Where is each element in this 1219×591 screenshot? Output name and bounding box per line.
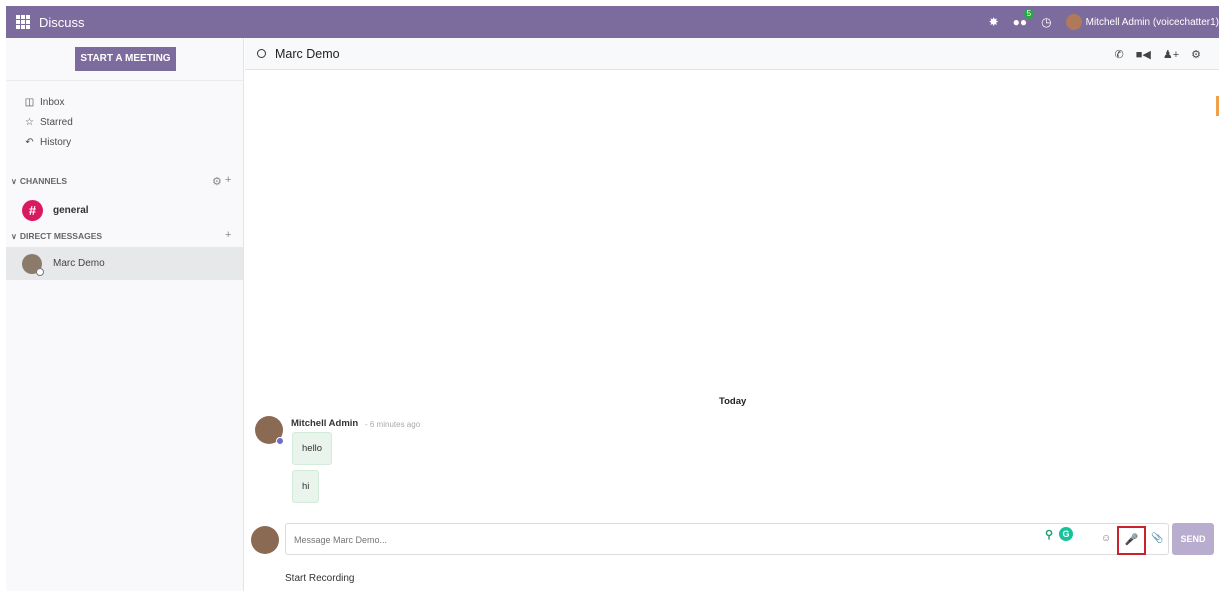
sidebar-item-starred[interactable]: ☆ Starred — [24, 114, 73, 130]
start-meeting-button[interactable]: START A MEETING — [75, 47, 176, 71]
send-button[interactable]: SEND — [1172, 523, 1214, 555]
channel-settings-icon[interactable]: ⚙ — [212, 175, 222, 188]
video-camera-icon[interactable]: ■◀ — [1136, 48, 1151, 61]
avatar[interactable] — [255, 416, 284, 445]
composer: ⚲ G ☺ 🎤 📎 — [285, 523, 1169, 555]
direct-messages-category[interactable]: ∨ DIRECT MESSAGES — [11, 231, 102, 241]
activity-clock-icon[interactable]: ◷ — [1041, 15, 1051, 29]
microphone-icon[interactable]: 🎤 — [1117, 526, 1146, 555]
emoji-icon[interactable]: ☺ — [1101, 533, 1111, 544]
star-icon: ☆ — [25, 116, 34, 128]
thread-title: Marc Demo — [275, 46, 340, 61]
sidebar-item-label: Inbox — [40, 96, 65, 108]
add-channel-icon[interactable]: + — [225, 174, 231, 186]
user-avatar[interactable] — [1065, 14, 1082, 30]
message-author[interactable]: Mitchell Admin — [291, 418, 358, 429]
location-pin-icon[interactable]: ⚲ — [1045, 528, 1053, 541]
sidebar-item-label: History — [40, 136, 72, 148]
bug-icon[interactable]: ✸ — [989, 15, 999, 29]
add-direct-message-icon[interactable]: + — [225, 229, 231, 241]
sidebar-item-history[interactable]: ↶ History — [24, 134, 71, 150]
discuss-sidebar: START A MEETING ◫ Inbox ☆ Starred ↶ Hist… — [6, 38, 244, 591]
channel-hash-icon: # — [22, 199, 43, 221]
dm-name: Marc Demo — [53, 258, 105, 269]
avatar — [22, 253, 44, 276]
sidebar-divider — [6, 80, 243, 81]
avatar — [251, 526, 279, 554]
phone-icon[interactable]: ✆ — [1115, 48, 1124, 61]
chevron-down-icon: ∨ — [11, 176, 17, 186]
sidebar-item-inbox[interactable]: ◫ Inbox — [24, 94, 65, 110]
top-navbar: Discuss ✸ ●● 5 ◷ Mitchell Admin (voicecha… — [6, 6, 1219, 38]
messages-icon[interactable]: ●● 5 — [1013, 9, 1035, 29]
thread-header: Marc Demo ✆ ■◀ ♟+ ⚙ — [245, 38, 1219, 116]
messages-badge: 5 — [1023, 9, 1035, 19]
app-title[interactable]: Discuss — [39, 15, 85, 30]
apps-menu-icon[interactable] — [16, 15, 30, 29]
paperclip-icon[interactable]: 📎 — [1151, 533, 1163, 544]
message-bubble[interactable]: hi — [292, 470, 320, 503]
message-bubble[interactable]: hello — [292, 432, 333, 465]
direct-messages-label: DIRECT MESSAGES — [19, 231, 103, 241]
chevron-down-icon: ∨ — [11, 231, 17, 241]
sidebar-item-general[interactable]: # general — [22, 199, 89, 221]
channels-category[interactable]: ∨ CHANNELS — [11, 176, 67, 186]
status-offline-icon — [257, 49, 266, 58]
history-icon: ↶ — [25, 136, 34, 148]
date-separator: Today — [719, 396, 747, 407]
message-timestamp: - 6 minutes ago — [365, 420, 421, 429]
start-recording-tooltip: Start Recording — [285, 573, 355, 584]
add-user-icon[interactable]: ♟+ — [1163, 48, 1179, 61]
user-menu[interactable]: Mitchell Admin (voicechatter1) — [1086, 17, 1219, 28]
message-input[interactable] — [294, 531, 1014, 549]
channel-name: general — [53, 204, 89, 216]
grammarly-icon[interactable]: G — [1059, 527, 1073, 541]
sidebar-item-label: Starred — [40, 116, 73, 128]
inbox-icon: ◫ — [24, 96, 35, 108]
gear-icon[interactable]: ⚙ — [1191, 48, 1201, 61]
status-offline-icon — [36, 267, 44, 276]
channels-label: CHANNELS — [19, 176, 68, 186]
status-online-icon — [276, 437, 284, 445]
sidebar-item-marc-demo[interactable]: Marc Demo — [6, 247, 243, 280]
